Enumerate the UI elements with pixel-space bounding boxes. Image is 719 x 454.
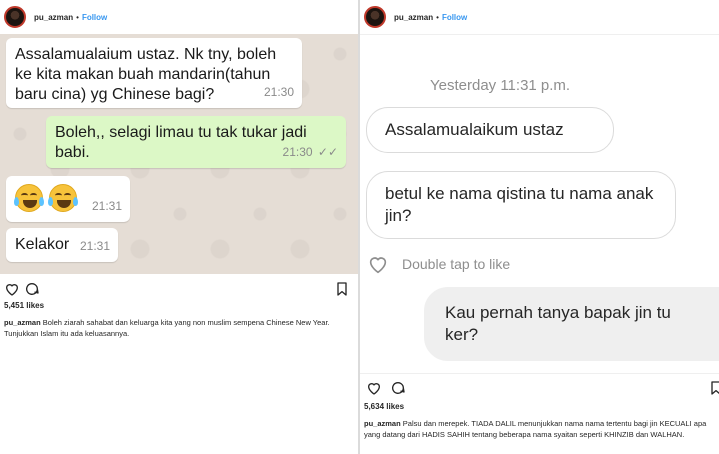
separator-dot: • [436, 12, 439, 22]
message-time-wrap: 21:30 ✓✓ [283, 142, 338, 162]
message-time: 21:31 [91, 199, 122, 213]
avatar[interactable] [364, 6, 386, 28]
post-header: pu_azman • Follow [360, 0, 719, 34]
follow-button[interactable]: Follow [82, 13, 107, 22]
heart-icon[interactable] [366, 380, 382, 396]
message-incoming-emoji: 21:31 [6, 176, 130, 222]
double-tap-hint: Double tap to like [366, 253, 510, 275]
post-actions [360, 380, 719, 400]
chat-timestamp: Yesterday 11:31 p.m. [430, 77, 571, 94]
username[interactable]: pu_azman [34, 13, 73, 22]
message-text: betul ke nama qistina tu nama anak jin? [385, 184, 654, 225]
post-image-whatsapp-chat[interactable]: Assalamualaium ustaz. Nk tny, boleh ke k… [0, 34, 358, 274]
comment-icon[interactable] [24, 281, 40, 297]
instagram-post-right: pu_azman • Follow Yesterday 11:31 p.m. A… [360, 0, 719, 454]
message-time: 21:31 [79, 239, 110, 253]
instagram-post-left: pu_azman • Follow Assalamualaium ustaz. … [0, 0, 358, 454]
follow-button[interactable]: Follow [442, 13, 467, 22]
likes-count[interactable]: 5,634 likes [364, 402, 404, 411]
message-text: Assalamualaikum ustaz [385, 120, 564, 139]
message-incoming: betul ke nama qistina tu nama anak jin? [366, 171, 676, 239]
caption-text: Palsu dan merepek. TIADA DALIL menunjukk… [364, 419, 707, 439]
comment-icon[interactable] [390, 380, 406, 396]
post-header: pu_azman • Follow [0, 0, 358, 34]
heart-icon[interactable] [366, 253, 390, 275]
double-tap-label: Double tap to like [402, 256, 511, 272]
message-text: Kau pernah tanya bapak jin tu ker? [445, 303, 671, 344]
username[interactable]: pu_azman [394, 13, 433, 22]
likes-count[interactable]: 5,451 likes [4, 301, 44, 310]
caption-username[interactable]: pu_azman [364, 419, 401, 428]
caption-username[interactable]: pu_azman [4, 318, 41, 327]
avatar[interactable] [4, 6, 26, 28]
double-check-icon: ✓✓ [317, 145, 338, 159]
separator-dot: • [76, 12, 79, 22]
caption-text: Boleh ziarah sahabat dan keluarga kita y… [4, 318, 330, 338]
message-incoming: Assalamualaium ustaz. Nk tny, boleh ke k… [6, 38, 302, 108]
message-outgoing: Boleh,, selagi limau tu tak tukar jadi b… [46, 116, 346, 168]
face-with-tears-of-joy-icon [48, 184, 79, 212]
message-time: 21:30 [263, 85, 294, 99]
caption: pu_azman Boleh ziarah sahabat dan keluar… [4, 317, 352, 339]
message-incoming: Assalamualaikum ustaz [366, 107, 614, 153]
bookmark-icon[interactable] [334, 281, 350, 297]
heart-icon[interactable] [4, 281, 20, 297]
message-text: Kelakor [15, 236, 70, 253]
message-incoming: Kelakor 21:31 [6, 228, 118, 262]
message-time: 21:30 [282, 145, 313, 159]
caption: pu_azman Palsu dan merepek. TIADA DALIL … [364, 418, 713, 440]
message-text: Assalamualaium ustaz. Nk tny, boleh ke k… [15, 46, 277, 103]
face-with-tears-of-joy-icon [14, 184, 44, 212]
message-outgoing: Kau pernah tanya bapak jin tu ker? [424, 287, 719, 361]
post-actions [0, 281, 358, 301]
bookmark-icon[interactable] [708, 380, 719, 396]
post-image-dm-chat[interactable]: Yesterday 11:31 p.m. Assalamualaikum ust… [360, 34, 719, 374]
